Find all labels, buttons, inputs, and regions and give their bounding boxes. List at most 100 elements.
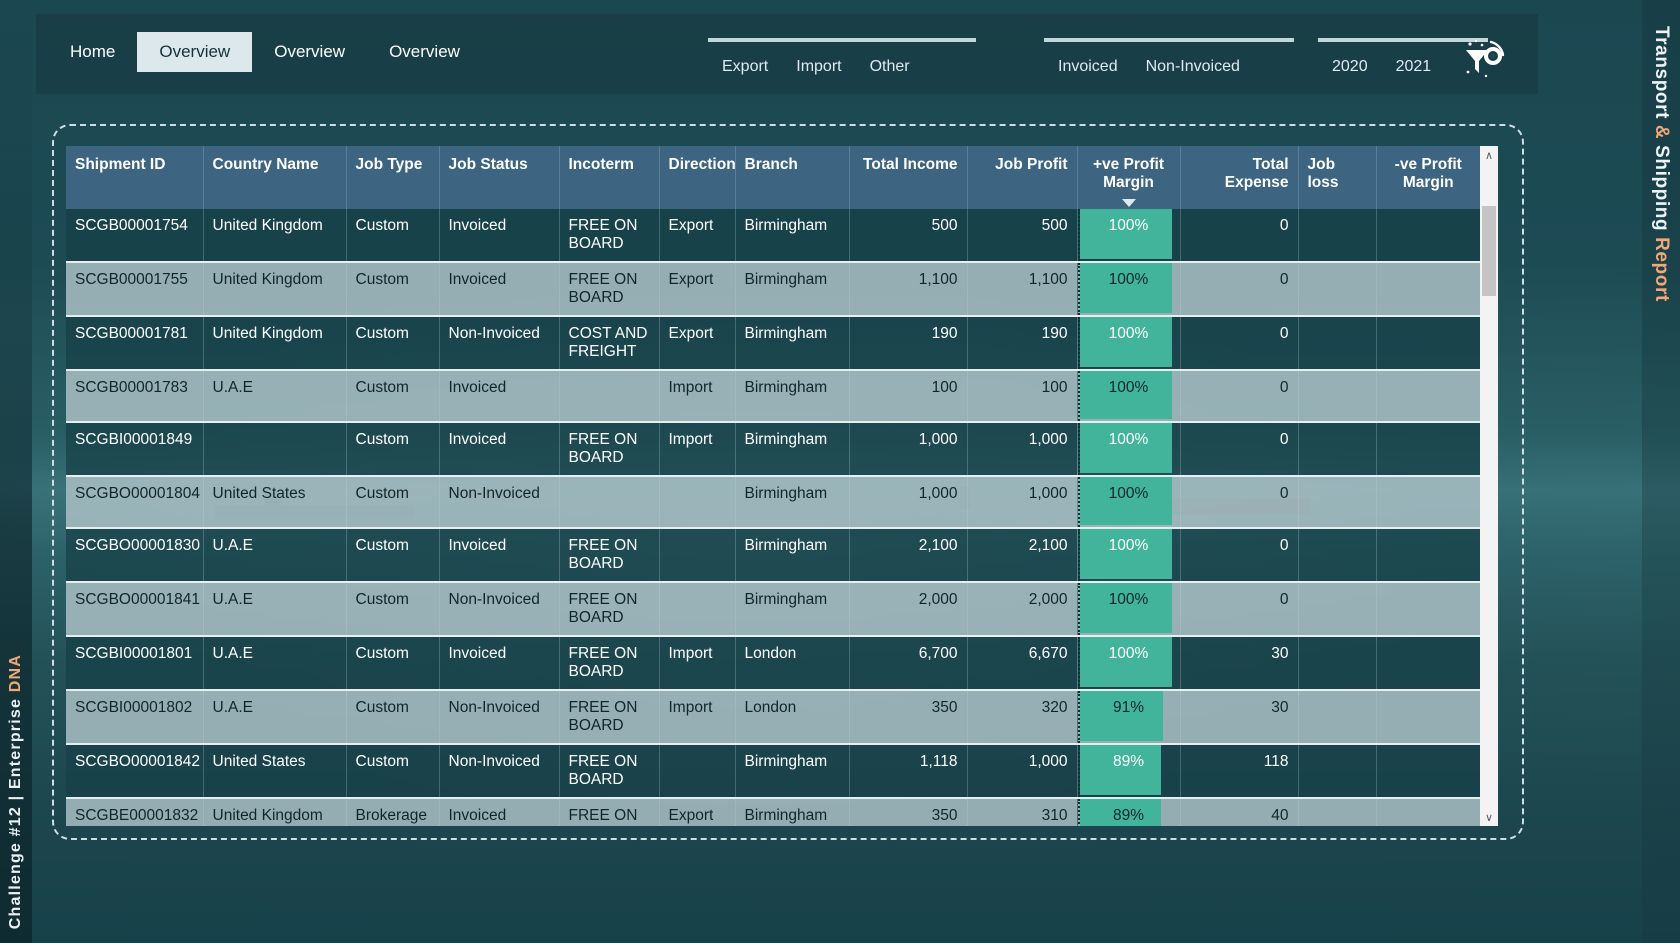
slicer-option-invoiced[interactable]: Invoiced xyxy=(1044,56,1132,78)
cell-incoterm: FREE ON BOARD xyxy=(559,798,660,826)
cell-incoterm: FREE ON BOARD xyxy=(559,262,660,317)
cell-branch: Birmingham xyxy=(735,316,850,371)
col-incoterm[interactable]: Incoterm xyxy=(559,146,660,209)
table-row[interactable]: SCGBO00001830 U.A.E Custom Invoiced FREE ON … xyxy=(66,528,1480,583)
cell-job-loss xyxy=(1298,582,1377,637)
profit-margin-value: 100% xyxy=(1108,537,1149,554)
cell-total-income: 1,118 xyxy=(849,744,968,799)
cell-direction: Export xyxy=(659,316,736,371)
cell-total-expense: 0 xyxy=(1180,422,1299,477)
table-vertical-scrollbar[interactable]: ∧ ∨ xyxy=(1480,146,1498,826)
table-row[interactable]: SCGBO00001842 United States Custom Non-Invo… xyxy=(66,744,1480,799)
table-row[interactable]: SCGB00001754 United Kingdom Custom Invoiced… xyxy=(66,209,1480,263)
cell-neg-profit-margin xyxy=(1376,262,1480,317)
table-row[interactable]: SCGB00001755 United Kingdom Custom Invoiced… xyxy=(66,262,1480,317)
cell-country-name xyxy=(203,422,347,477)
col-job-status[interactable]: Job Status xyxy=(439,146,560,209)
table-row[interactable]: SCGB00001781 United Kingdom Custom Non-Invo… xyxy=(66,316,1480,371)
table-row[interactable]: SCGBI00001801 U.A.E Custom Invoiced FREE ON … xyxy=(66,636,1480,691)
scrollbar-thumb[interactable] xyxy=(1482,206,1496,296)
cell-neg-profit-margin xyxy=(1376,422,1480,477)
cell-job-status: Invoiced xyxy=(439,636,560,691)
cell-job-type: Custom xyxy=(346,209,440,263)
cell-incoterm xyxy=(559,476,660,529)
col-branch[interactable]: Branch xyxy=(735,146,850,209)
report-canvas: Challenge #12 | Enterprise DNA Transport… xyxy=(0,0,1680,943)
table-row[interactable]: SCGBO00001841 U.A.E Custom Non-Invoiced FREE… xyxy=(66,582,1480,637)
cell-job-profit: 1,000 xyxy=(967,476,1078,529)
cell-job-status: Invoiced xyxy=(439,528,560,583)
cell-branch: Birmingham xyxy=(735,209,850,263)
cell-total-income: 1,000 xyxy=(849,476,968,529)
cell-neg-profit-margin xyxy=(1376,476,1480,529)
slicer-option-2020[interactable]: 2020 xyxy=(1318,56,1382,78)
slicer-option-export[interactable]: Export xyxy=(708,56,782,78)
cell-country-name: United Kingdom xyxy=(203,209,347,263)
cell-job-loss xyxy=(1298,316,1377,371)
table-row[interactable]: SCGB00001783 U.A.E Custom Invoiced Import Bir… xyxy=(66,370,1480,423)
cell-incoterm: FREE ON BOARD xyxy=(559,690,660,745)
cell-country-name: U.A.E xyxy=(203,582,347,637)
report-title-part3: Report xyxy=(1651,237,1672,302)
cell-shipment-id: SCGB00001755 xyxy=(66,262,204,317)
cell-pos-profit-margin-bar: 100% xyxy=(1077,582,1181,637)
table-header: Shipment ID Country Name Job Type Job St… xyxy=(66,146,1480,209)
col-pos-profit-margin[interactable]: +ve Profit Margin xyxy=(1077,146,1181,209)
cell-direction xyxy=(659,528,736,583)
slicer-option-non-invoiced[interactable]: Non-Invoiced xyxy=(1132,56,1254,78)
cell-job-type: Custom xyxy=(346,316,440,371)
profit-margin-value: 100% xyxy=(1108,485,1149,502)
sort-descending-icon[interactable] xyxy=(1121,199,1136,207)
cell-shipment-id: SCGBI00001802 xyxy=(66,690,204,745)
cell-total-income: 6,700 xyxy=(849,636,968,691)
col-total-income[interactable]: Total Income xyxy=(849,146,968,209)
cell-job-profit: 2,000 xyxy=(967,582,1078,637)
cell-job-type: Custom xyxy=(346,582,440,637)
scroll-up-arrow-icon[interactable]: ∧ xyxy=(1480,146,1498,164)
cell-total-income: 190 xyxy=(849,316,968,371)
slicer-direction-options: Export Import Other xyxy=(708,56,976,78)
cell-total-income: 350 xyxy=(849,798,968,826)
slicer-option-import[interactable]: Import xyxy=(782,56,855,78)
col-direction[interactable]: Direction xyxy=(659,146,736,209)
cell-branch: Birmingham xyxy=(735,528,850,583)
cell-job-profit: 2,100 xyxy=(967,528,1078,583)
cell-job-status: Invoiced xyxy=(439,370,560,423)
cell-branch: Birmingham xyxy=(735,744,850,799)
cell-incoterm: FREE ON BOARD xyxy=(559,744,660,799)
cell-branch: Birmingham xyxy=(735,262,850,317)
col-job-type[interactable]: Job Type xyxy=(346,146,440,209)
cell-job-loss xyxy=(1298,209,1377,263)
cell-job-profit: 1,000 xyxy=(967,422,1078,477)
cell-country-name: United Kingdom xyxy=(203,798,347,826)
slicer-option-2021[interactable]: 2021 xyxy=(1382,56,1446,78)
cell-country-name: U.A.E xyxy=(203,690,347,745)
cell-country-name: U.A.E xyxy=(203,636,347,691)
nav-tab-overview-1[interactable]: Overview xyxy=(137,32,253,72)
col-job-loss[interactable]: Job loss xyxy=(1298,146,1377,209)
table-row[interactable]: SCGBE00001832 United Kingdom Brokerage Invo… xyxy=(66,798,1480,826)
col-shipment-id[interactable]: Shipment ID xyxy=(66,146,204,209)
cell-shipment-id: SCGB00001783 xyxy=(66,370,204,423)
report-title-part1: Transport xyxy=(1651,26,1672,125)
nav-tab-overview-2[interactable]: Overview xyxy=(252,32,367,72)
cell-incoterm: FREE ON BOARD xyxy=(559,528,660,583)
profit-margin-value: 89% xyxy=(1112,753,1145,770)
cell-neg-profit-margin xyxy=(1376,316,1480,371)
nav-tab-overview-3[interactable]: Overview xyxy=(367,32,482,72)
filter-gear-icon[interactable] xyxy=(1458,36,1508,86)
table-row[interactable]: SCGBI00001802 U.A.E Custom Non-Invoiced FREE… xyxy=(66,690,1480,745)
col-country-name[interactable]: Country Name xyxy=(203,146,347,209)
table-row[interactable]: SCGBI00001849 Custom Invoiced FREE ON BOARD… xyxy=(66,422,1480,477)
col-total-expense[interactable]: Total Expense xyxy=(1180,146,1299,209)
slicer-option-other[interactable]: Other xyxy=(856,56,924,78)
col-neg-profit-margin[interactable]: -ve Profit Margin xyxy=(1376,146,1480,209)
table-clip: Shipment ID Country Name Job Type Job St… xyxy=(66,146,1480,826)
cell-shipment-id: SCGBO00001841 xyxy=(66,582,204,637)
nav-tab-home[interactable]: Home xyxy=(48,32,137,72)
cell-total-expense: 0 xyxy=(1180,209,1299,263)
scroll-down-arrow-icon[interactable]: ∨ xyxy=(1480,808,1498,826)
table-row[interactable]: SCGBO00001804 United States Custom Non-Invo… xyxy=(66,476,1480,529)
profit-margin-value: 100% xyxy=(1108,379,1149,396)
col-job-profit[interactable]: Job Profit xyxy=(967,146,1078,209)
